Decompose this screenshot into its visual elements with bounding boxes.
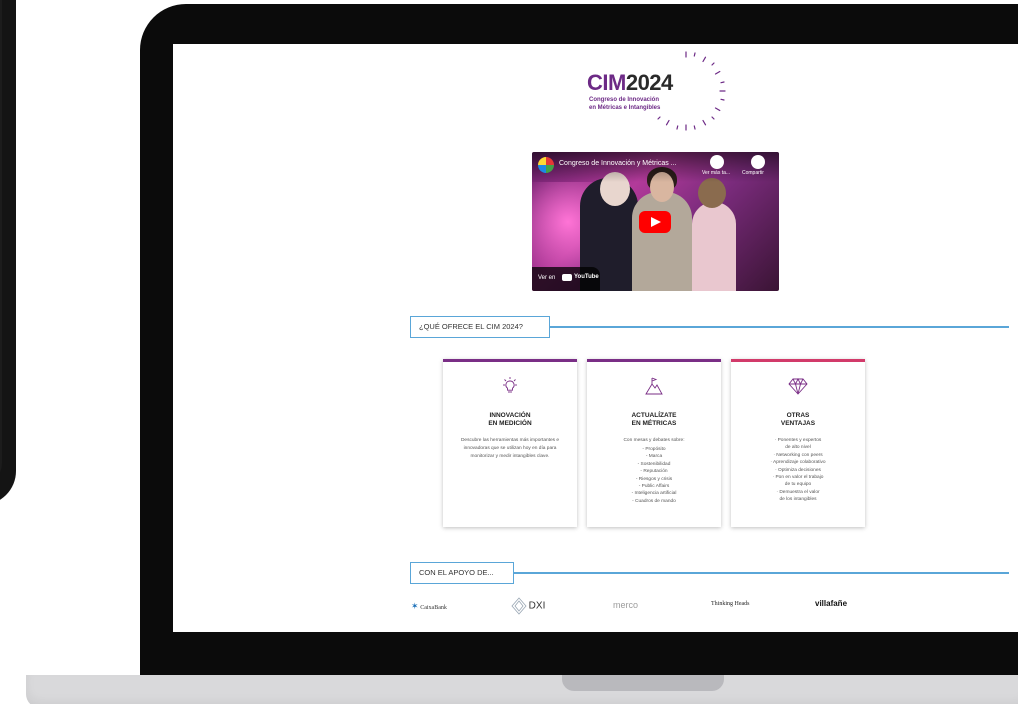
list-item: - Marca — [645, 454, 663, 460]
card-innovacion: INNOVACIÓN EN MEDICIÓN Descubre las herr… — [443, 359, 577, 527]
list-item: · Pon en valor el trabajo — [772, 475, 824, 481]
laptop-base — [26, 675, 1018, 704]
sponsor-caixabank-label: CaixaBank — [420, 605, 447, 611]
card-innovacion-title: INNOVACIÓN EN MEDICIÓN — [443, 412, 577, 428]
card-otras-ventajas-title: OTRAS VENTAJAS — [731, 412, 865, 428]
watch-on-youtube-button[interactable]: Ver en YouTube — [532, 267, 600, 291]
sponsor-dxi-label: DXI — [528, 600, 546, 612]
card-actualizate-title-line2: EN MÉTRICAS — [631, 420, 677, 427]
list-item: de alto nivel — [785, 445, 811, 451]
laptop-hinge-notch — [562, 675, 724, 691]
sponsor-merco[interactable]: merco — [613, 600, 638, 610]
caixabank-star-icon: ✶ — [411, 601, 419, 611]
list-item: · Optimiza decisiones — [775, 467, 821, 473]
list-item: · Ponentes y expertos — [774, 438, 822, 443]
list-item: - Propósito — [642, 447, 666, 452]
list-item: - Public Affairs — [638, 484, 670, 490]
card-actualizate-title-line1: ACTUALÍZATE — [631, 412, 677, 419]
cim-logo: CIM2024 Congreso de Innovación en Métric… — [583, 48, 728, 140]
video-top-bar — [532, 152, 779, 182]
mountain-flag-icon — [645, 377, 663, 395]
section-support-heading: CON EL APOYO DE... — [410, 562, 514, 584]
card-actualizate-intro: Con mesas y debates sobre: — [623, 438, 685, 443]
sponsor-dxi[interactable]: DXI — [511, 597, 545, 615]
watch-later-label[interactable]: Ver más ta... — [702, 170, 730, 176]
youtube-video-embed[interactable]: Congreso de Innovación y Métricas ... Ve… — [532, 152, 779, 291]
list-item: - Sostenibilidad — [637, 461, 671, 467]
list-item: - Reputación — [640, 469, 668, 475]
section-support-line — [513, 572, 1009, 574]
logo-title: CIM2024 — [587, 72, 673, 94]
logo-subtitle-line1: Congreso de Innovación — [589, 97, 660, 103]
sponsor-thinking-heads-label: Thinking Heads — [711, 601, 750, 607]
list-item: · Aprendizaje colaborativo — [770, 460, 826, 466]
share-label[interactable]: Compartir — [742, 170, 764, 176]
card-actualizate-title: ACTUALÍZATE EN MÉTRICAS — [587, 412, 721, 428]
dxi-emblem-icon — [511, 597, 527, 615]
play-button[interactable] — [639, 211, 671, 233]
sponsor-villafane-label: villafañe — [815, 599, 848, 608]
card-innovacion-text: Descubre las herramientas más importante… — [460, 438, 560, 459]
list-item: - Cuadros de mando — [632, 498, 676, 504]
youtube-logo-icon — [562, 274, 572, 281]
logo-subtitle: Congreso de Innovación en Métricas e Int… — [589, 96, 689, 112]
card-actualizate-list: - Propósito - Marca - Sostenibilidad - R… — [597, 446, 711, 505]
diamond-icon — [788, 377, 808, 395]
watch-on-label: Ver en — [538, 275, 556, 281]
share-icon[interactable] — [751, 155, 765, 169]
laptop-screen: CIM2024 Congreso de Innovación en Métric… — [173, 44, 1018, 632]
card-innovacion-title-line1: INNOVACIÓN — [489, 412, 531, 419]
video-person-woman-center — [632, 192, 692, 291]
video-person-woman-right-head — [698, 178, 726, 208]
list-item: de los intangibles — [779, 497, 817, 503]
logo-year: 2024 — [625, 70, 673, 95]
sponsor-villafane[interactable]: villafañe — [815, 599, 847, 608]
watch-later-icon[interactable] — [710, 155, 724, 169]
logo-cim: CIM — [587, 70, 626, 95]
lightbulb-icon — [503, 377, 517, 393]
sponsor-thinking-heads[interactable]: Thinking Heads — [711, 601, 750, 607]
logo-subtitle-line2: en Métricas e Intangibles — [589, 105, 661, 111]
card-otras-ventajas-list: · Ponentes y expertos de alto nivel · Ne… — [741, 437, 855, 504]
sponsor-merco-label: merco — [613, 600, 639, 610]
section-offer-line — [549, 326, 1009, 328]
section-offer-heading: ¿QUÉ OFRECE EL CIM 2024? — [410, 316, 550, 338]
card-actualizate: ACTUALÍZATE EN MÉTRICAS Con mesas y deba… — [587, 359, 721, 527]
video-person-woman-right — [692, 202, 736, 291]
card-otras-ventajas-title-line2: VENTAJAS — [780, 420, 816, 427]
card-otras-ventajas: OTRAS VENTAJAS · Ponentes y expertos de … — [731, 359, 865, 527]
mockup-stage: CIM2024 Congreso de Innovación en Métric… — [0, 0, 1018, 704]
list-item: de tu equipo — [784, 482, 812, 488]
card-innovacion-title-line2: EN MEDICIÓN — [488, 420, 532, 427]
youtube-wordmark: YouTube — [574, 274, 599, 280]
list-item: · Networking con peers — [773, 452, 823, 458]
video-title[interactable]: Congreso de Innovación y Métricas ... — [559, 160, 677, 167]
list-item: - Riesgos y crisis — [635, 476, 673, 482]
sponsor-caixabank[interactable]: ✶ CaixaBank — [411, 601, 447, 612]
card-otras-ventajas-title-line1: OTRAS — [786, 412, 810, 419]
list-item: · Demuestra el valor — [776, 489, 820, 495]
partial-device-screen — [0, 0, 2, 485]
list-item: - Inteligencia artificial — [631, 491, 677, 497]
channel-avatar-icon[interactable] — [538, 157, 554, 173]
partial-device-left — [0, 0, 16, 505]
